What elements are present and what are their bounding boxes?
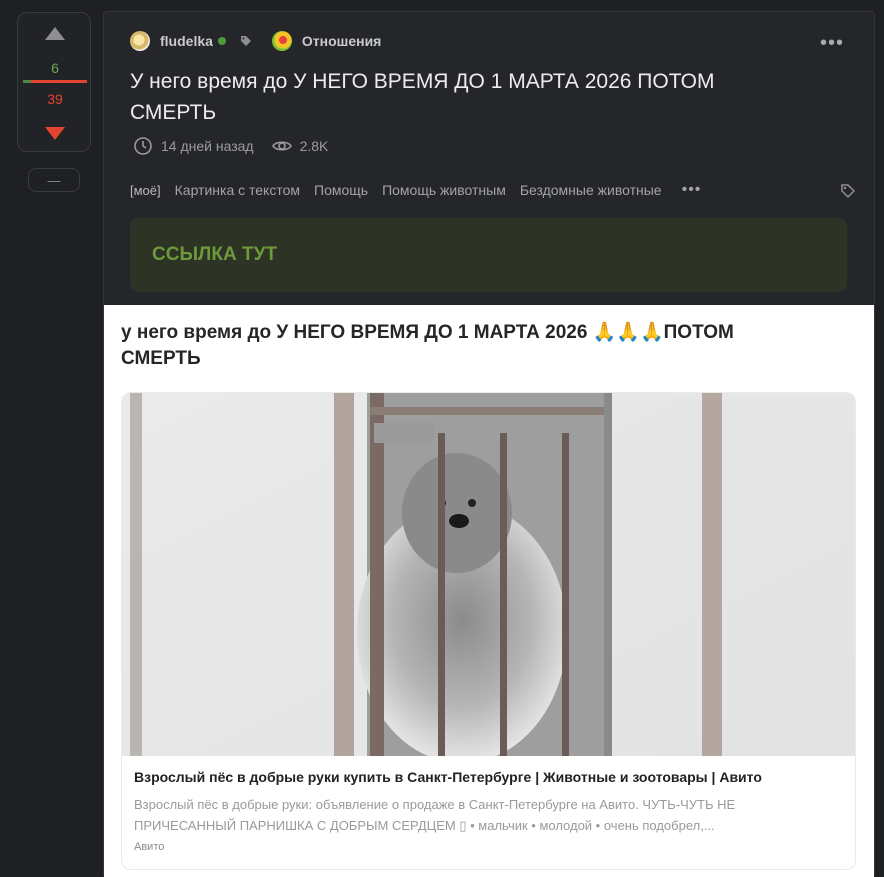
clock-icon [134,137,152,155]
embed-heading: у него время до У НЕГО ВРЕМЯ ДО 1 МАРТА … [121,322,734,369]
post-card: fludelka Отношения ••• У него время до У… [103,11,875,877]
post-header: fludelka Отношения [130,30,381,52]
community-avatar[interactable] [271,31,292,51]
author-name[interactable]: fludelka [160,33,213,49]
more-tags-button[interactable]: ••• [682,181,702,199]
author-avatar[interactable] [130,31,150,51]
online-indicator [217,37,226,45]
post-title[interactable]: У него время до У НЕГО ВРЕМЯ ДО 1 МАРТА … [130,66,770,128]
post-meta: 14 дней назад 2.8K [133,136,328,156]
upvote-icon[interactable] [45,27,65,40]
downvote-count: 39 [47,91,63,107]
tag-item[interactable]: Помощь животным [382,182,506,198]
tag-item[interactable]: [моё] [130,183,161,198]
community-name[interactable]: Отношения [302,33,381,49]
views-block: 2.8K [271,136,329,156]
preview-title[interactable]: Взрослый пёс в добрые руки купить в Санк… [134,769,762,785]
rating-bar [23,80,87,83]
downvote-icon[interactable] [45,127,65,140]
vote-box: 6 39 [17,12,91,152]
link-preview-card[interactable]: Взрослый пёс в добрые руки купить в Санк… [121,392,856,870]
eye-icon [271,141,292,151]
post-menu-button[interactable]: ••• [820,33,844,53]
preview-source: Авито [134,841,165,853]
dog-photo [122,393,855,756]
tag-item[interactable]: Помощь [314,182,368,198]
post-image: у него время до У НЕГО ВРЕМЯ ДО 1 МАРТА … [104,305,874,877]
link-block[interactable]: ССЫЛКА ТУТ [130,218,847,292]
tag-icon [240,36,251,46]
vote-panel: 6 39 — [17,12,91,192]
link-text[interactable]: ССЫЛКА ТУТ [152,244,277,266]
tag-list: [моё] Картинка с текстом Помощь Помощь ж… [130,181,715,199]
post-time: 14 дней назад [161,138,254,154]
collapse-button[interactable]: — [28,168,80,192]
views-count: 2.8K [299,138,329,154]
tag-icon[interactable] [840,183,856,199]
tag-item[interactable]: Бездомные животные [520,182,662,198]
tag-item[interactable]: Картинка с текстом [175,182,300,198]
upvote-count: 6 [51,60,59,76]
preview-description: Взрослый пёс в добрые руки: объявление о… [134,797,736,833]
rating-bar-positive [23,80,32,83]
